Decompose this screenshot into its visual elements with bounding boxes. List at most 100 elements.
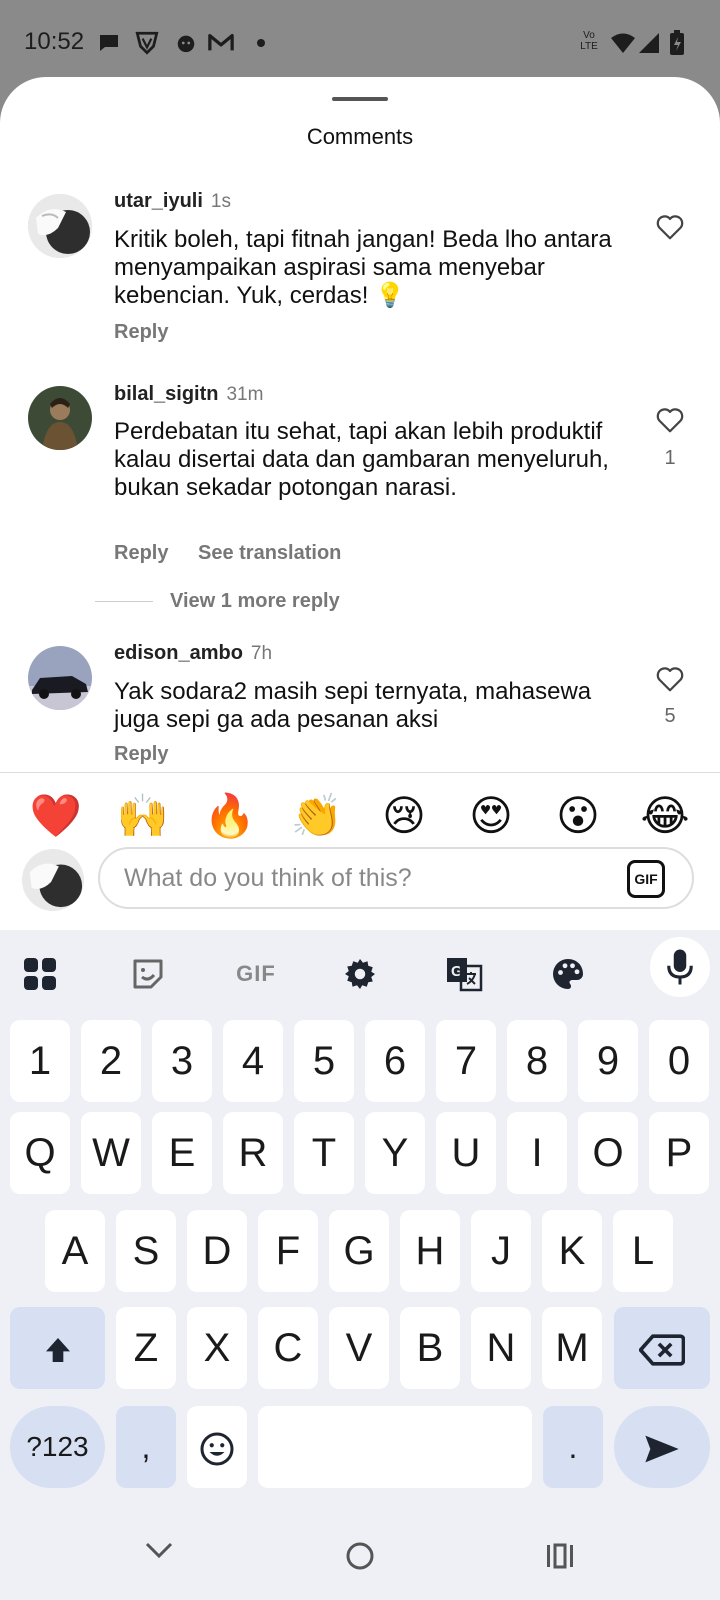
key-4[interactable]: 4 xyxy=(223,1020,283,1102)
emoji-crying[interactable]: 😢 xyxy=(376,788,432,844)
reply-button[interactable]: Reply xyxy=(114,321,168,344)
shield-icon xyxy=(134,30,160,56)
emoji-clap[interactable]: 👏 xyxy=(289,788,345,844)
key-7[interactable]: 7 xyxy=(436,1020,496,1102)
key-f[interactable]: F xyxy=(258,1210,318,1292)
send-key[interactable] xyxy=(614,1406,710,1488)
comment-text: Perdebatan itu sehat, tapi akan lebih pr… xyxy=(114,418,609,501)
emoji-key[interactable] xyxy=(187,1406,247,1488)
emoji-raising-hands[interactable]: 🙌 xyxy=(115,788,171,844)
comment-time: 31m xyxy=(226,384,264,405)
key-2[interactable]: 2 xyxy=(81,1020,141,1102)
key-q[interactable]: Q xyxy=(10,1112,70,1194)
dot-icon xyxy=(248,30,274,56)
key-a[interactable]: A xyxy=(45,1210,105,1292)
key-8[interactable]: 8 xyxy=(507,1020,567,1102)
like-count: 5 xyxy=(664,705,676,727)
key-v[interactable]: V xyxy=(329,1307,389,1389)
key-3[interactable]: 3 xyxy=(152,1020,212,1102)
gmail-icon xyxy=(208,30,234,56)
key-u[interactable]: U xyxy=(436,1112,496,1194)
like-heart-icon[interactable] xyxy=(655,406,687,436)
translate-icon[interactable]: G xyxy=(440,950,488,998)
emoji-fire[interactable]: 🔥 xyxy=(202,788,258,844)
my-avatar xyxy=(22,849,84,911)
view-more-replies-button[interactable]: View 1 more reply xyxy=(170,590,340,613)
comment-username[interactable]: utar_iyuli 1s xyxy=(114,190,231,213)
chat-bubble-icon xyxy=(96,30,122,56)
key-e[interactable]: E xyxy=(152,1112,212,1194)
see-translation-link[interactable]: See translation xyxy=(198,542,341,565)
battery-icon xyxy=(664,30,690,56)
avatar[interactable] xyxy=(28,386,92,450)
key-0[interactable]: 0 xyxy=(649,1020,709,1102)
key-o[interactable]: O xyxy=(578,1112,638,1194)
drag-handle[interactable] xyxy=(332,97,388,101)
key-1[interactable]: 1 xyxy=(10,1020,70,1102)
replies-line xyxy=(95,601,153,602)
status-time: 10:52 xyxy=(24,28,85,55)
key-b[interactable]: B xyxy=(400,1307,460,1389)
reply-button[interactable]: Reply xyxy=(114,743,168,766)
settings-icon[interactable] xyxy=(336,950,384,998)
emoji-heart[interactable]: ❤️ xyxy=(28,788,84,844)
signal-icon xyxy=(636,30,662,56)
key-w[interactable]: W xyxy=(81,1112,141,1194)
period-key[interactable]: . xyxy=(543,1406,603,1488)
emoji-heart-eyes[interactable]: 😍 xyxy=(463,788,519,844)
mic-icon xyxy=(656,943,704,991)
comment-time: 7h xyxy=(250,643,273,664)
nav-home-icon[interactable] xyxy=(345,1541,375,1576)
key-y[interactable]: Y xyxy=(365,1112,425,1194)
comment-text: Kritik boleh, tapi fitnah jangan! Beda l… xyxy=(114,226,612,309)
sheet-title: Comments xyxy=(306,124,414,149)
key-6[interactable]: 6 xyxy=(365,1020,425,1102)
key-n[interactable]: N xyxy=(471,1307,531,1389)
apps-grid-icon[interactable] xyxy=(16,950,64,998)
palette-icon[interactable] xyxy=(544,950,592,998)
space-key[interactable] xyxy=(258,1406,532,1488)
key-9[interactable]: 9 xyxy=(578,1020,638,1102)
key-r[interactable]: R xyxy=(223,1112,283,1194)
avatar[interactable] xyxy=(28,646,92,710)
key-k[interactable]: K xyxy=(542,1210,602,1292)
key-5[interactable]: 5 xyxy=(294,1020,354,1102)
reddit-icon xyxy=(173,30,199,56)
avatar[interactable] xyxy=(28,194,92,258)
comment-username[interactable]: edison_ambo 7h xyxy=(114,642,272,665)
key-c[interactable]: C xyxy=(258,1307,318,1389)
key-s[interactable]: S xyxy=(116,1210,176,1292)
nav-recents-icon[interactable] xyxy=(545,1543,575,1574)
shift-key[interactable] xyxy=(10,1307,105,1389)
nav-back-icon[interactable] xyxy=(144,1540,174,1565)
gif-icon[interactable]: GIF xyxy=(228,950,284,998)
key-t[interactable]: T xyxy=(294,1112,354,1194)
comma-key[interactable]: , xyxy=(116,1406,176,1488)
comment-input-placeholder: What do you think of this? xyxy=(124,864,412,892)
backspace-key[interactable] xyxy=(614,1307,710,1389)
like-heart-icon[interactable] xyxy=(655,665,687,695)
comment-username[interactable]: bilal_sigitn 31m xyxy=(114,383,263,406)
key-g[interactable]: G xyxy=(329,1210,389,1292)
emoji-surprised[interactable]: 😮 xyxy=(550,788,606,844)
like-heart-icon[interactable] xyxy=(655,213,687,243)
like-count: 1 xyxy=(664,447,676,469)
wifi-icon xyxy=(610,30,636,56)
key-l[interactable]: L xyxy=(613,1210,673,1292)
key-h[interactable]: H xyxy=(400,1210,460,1292)
comment-text: Yak sodara2 masih sepi ternyata, mahasew… xyxy=(114,678,592,733)
sticker-icon[interactable] xyxy=(124,950,172,998)
comment-time: 1s xyxy=(210,191,231,212)
key-m[interactable]: M xyxy=(542,1307,602,1389)
gif-button[interactable]: GIF xyxy=(627,860,665,898)
symbols-key[interactable]: ?123 xyxy=(10,1406,105,1488)
emoji-laughing[interactable]: 😂 xyxy=(637,788,693,844)
key-p[interactable]: P xyxy=(649,1112,709,1194)
key-d[interactable]: D xyxy=(187,1210,247,1292)
key-i[interactable]: I xyxy=(507,1112,567,1194)
key-z[interactable]: Z xyxy=(116,1307,176,1389)
volte-icon: Vo LTE xyxy=(580,30,598,52)
reply-button[interactable]: Reply xyxy=(114,542,168,565)
key-j[interactable]: J xyxy=(471,1210,531,1292)
key-x[interactable]: X xyxy=(187,1307,247,1389)
